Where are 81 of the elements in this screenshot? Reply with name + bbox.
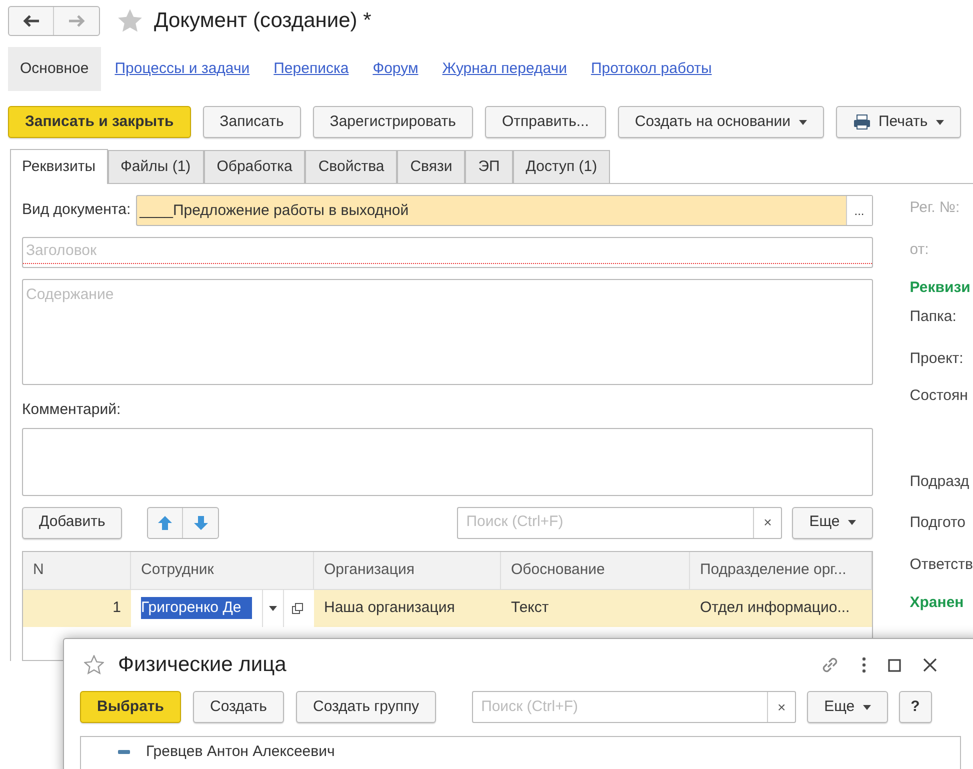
column-header[interactable]: Подразделение орг... [690,552,872,588]
tab[interactable]: Файлы (1) [108,150,204,184]
tab[interactable]: Свойства [305,150,398,184]
arrow-up-icon [158,516,172,530]
field-label: Ответств [910,556,973,573]
field-label: Вид документа: [22,200,131,220]
table-row[interactable]: 1 Григоренко Де Наша организация Текст Отдел информацио... [23,590,872,626]
nav-link[interactable]: Переписка [274,58,349,80]
list-item[interactable]: Гревцев Антон Алексеевич [146,740,335,764]
search-field[interactable]: Поиск (Ctrl+F) × [472,691,796,723]
column-header[interactable]: N [23,552,131,588]
nav-link[interactable]: Протокол работы [590,58,712,80]
table-cell-text: Текст [510,598,550,618]
table-cell-text: Отдел информацио... [699,598,851,618]
arrow-down-icon [194,516,208,530]
table-cell-text: Наша организация [323,598,456,618]
toolbar-button[interactable]: Зарегистрировать [312,106,473,138]
window-title: Документ (создание) * [154,8,372,34]
popup-title: Физические лица [118,652,286,678]
doc-type-field[interactable]: ____Предложение работы в выходной ... [136,195,873,226]
column-header[interactable]: Организация [314,552,501,588]
caret-icon [798,120,807,124]
toolbar-button[interactable]: Еще [807,691,888,723]
field-label: Проект: [910,350,964,367]
section-title: Хранен [910,594,964,611]
help-button[interactable]: ? [898,691,932,723]
section-title: Реквизи [910,279,970,296]
caret-icon [862,704,871,710]
maximize-icon[interactable] [888,658,901,672]
toolbar-button[interactable]: Отправить... [485,106,606,138]
content-field[interactable]: Содержание [22,279,873,385]
caret-icon [848,520,856,525]
toolbar-button[interactable]: Создать на основании [618,106,824,138]
toolbar-button[interactable]: Создать [192,691,284,723]
field-label: Комментарий: [22,400,122,420]
field-label: Состоян [910,387,968,404]
toolbar-button[interactable]: Еще [792,506,873,538]
arrow-right-icon [68,15,84,27]
toolbar-button[interactable]: Записать [202,106,301,138]
link-icon[interactable] [820,655,840,675]
nav-link[interactable]: Основное [8,47,101,91]
clear-button[interactable]: × [767,692,796,722]
print-button[interactable]: Печать [836,106,961,138]
dash-icon [118,750,130,754]
field-label: от: [910,241,929,258]
tab[interactable]: Доступ (1) [512,150,610,184]
comment-field[interactable] [22,428,873,496]
nav-link[interactable]: Форум [372,58,418,80]
close-icon[interactable] [923,658,937,672]
field-value: ____Предложение работы в выходной [138,201,410,221]
clear-button[interactable]: × [753,508,782,538]
column-header[interactable]: Сотрудник [131,552,314,588]
more-icon[interactable] [862,657,866,673]
toolbar-button[interactable]: Создать группу [296,691,436,723]
star-icon[interactable] [84,655,104,675]
field-label: Подгото [910,514,966,531]
toolbar-button[interactable]: Записать и закрыть [8,106,191,138]
tab[interactable]: ЭП [465,150,513,184]
caret-icon [936,120,944,124]
tab[interactable]: Связи [397,150,466,184]
add-button[interactable]: Добавить [22,506,122,538]
arrow-left-icon [23,15,39,27]
toolbar-button[interactable]: Выбрать [80,691,181,723]
printer-icon [852,114,871,130]
tab[interactable]: Обработка [204,150,306,184]
field-label: Подразд [910,473,970,490]
field-label: Папка: [910,308,956,325]
open-icon[interactable] [292,602,303,614]
tab[interactable]: Реквизиты [10,149,108,184]
star-icon[interactable] [117,8,143,34]
title-field[interactable]: Заголовок [22,237,873,268]
nav-link[interactable]: Процессы и задачи [114,58,250,80]
choose-button[interactable]: ... [846,196,872,225]
table-cell-text: 1 [112,598,122,618]
caret-icon [269,606,277,610]
selected-text: Григоренко Де [141,596,252,620]
nav-link[interactable]: Журнал передачи [442,58,567,80]
column-header[interactable]: Обоснование [501,552,690,588]
employee-field[interactable]: Григоренко Де [131,590,314,626]
field-label: Рег. №: [910,199,960,216]
search-field[interactable]: Поиск (Ctrl+F) × [457,506,782,538]
